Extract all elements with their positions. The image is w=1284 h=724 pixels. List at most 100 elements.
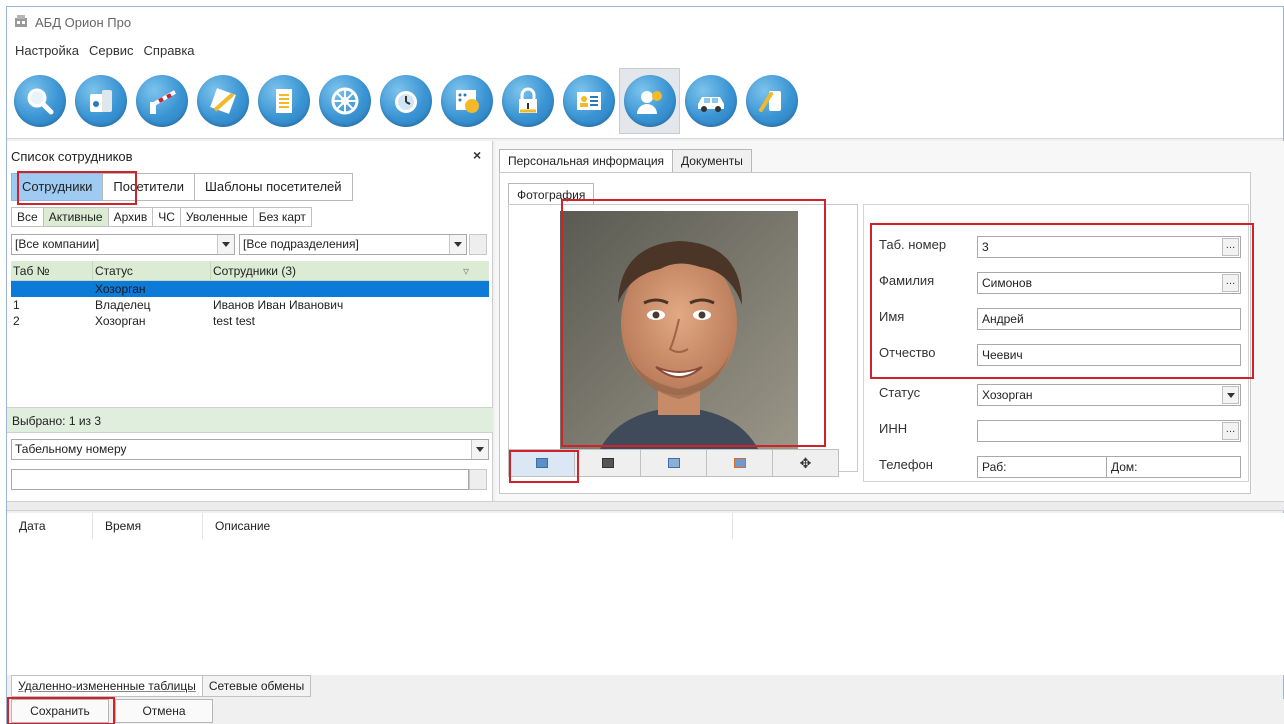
photo-toolbar: ✥: [508, 449, 839, 477]
toolbar-schedule-button[interactable]: [436, 68, 497, 134]
camera-button[interactable]: [574, 449, 641, 477]
clear-filter-icon[interactable]: [469, 234, 487, 255]
action-bar: Сохранить Отмена: [7, 699, 1284, 724]
toolbar-car-button[interactable]: [680, 68, 741, 134]
phone-work-field[interactable]: Раб:: [977, 456, 1107, 478]
ellipsis-button[interactable]: …: [1222, 238, 1239, 256]
schedule-icon: [440, 74, 493, 127]
tab-active[interactable]: Активные: [42, 207, 109, 227]
cell-tab: [11, 281, 93, 297]
clear-search-icon[interactable]: [469, 469, 487, 490]
document-icon: [257, 74, 310, 127]
col-employees[interactable]: Сотрудники (3): [211, 261, 461, 280]
delete-photo-button[interactable]: [706, 449, 773, 477]
search-icon: [13, 74, 66, 127]
toolbar-search-button[interactable]: [9, 68, 70, 134]
crop-photo-button[interactable]: ✥: [772, 449, 839, 477]
filter-funnel-icon[interactable]: ▿: [461, 261, 485, 280]
employee-list-panel: Список сотрудников × Сотрудники Посетите…: [7, 141, 493, 501]
status-value: Хозорган: [982, 388, 1033, 402]
col-description[interactable]: Описание: [203, 513, 733, 539]
tab-remote-changes[interactable]: Удаленно-измененные таблицы: [11, 675, 203, 697]
toolbar-key-button[interactable]: [741, 68, 802, 134]
last-name-field[interactable]: Симонов…: [977, 272, 1241, 294]
toolbar-plan-button[interactable]: [192, 68, 253, 134]
status-select[interactable]: Хозорган: [977, 384, 1241, 406]
card-tabs: Персональная информация Документы: [499, 149, 752, 173]
building-plan-icon: [196, 74, 249, 127]
tab-blacklist[interactable]: ЧС: [152, 207, 181, 227]
menu-settings[interactable]: Настройка: [11, 43, 83, 58]
first-name-value: Андрей: [982, 312, 1024, 326]
tab-fired[interactable]: Уволенные: [179, 207, 254, 227]
first-name-field[interactable]: Андрей: [977, 308, 1241, 330]
col-date[interactable]: Дата: [7, 513, 93, 539]
delete-photo-icon: [733, 458, 746, 468]
scan-photo-button[interactable]: [640, 449, 707, 477]
tab-no-cards[interactable]: Без карт: [252, 207, 312, 227]
inn-field[interactable]: …: [977, 420, 1241, 442]
cell-tab: 1: [13, 298, 20, 312]
tab-photo[interactable]: Фотография: [508, 183, 595, 205]
phone-home-field[interactable]: Дом:: [1106, 456, 1241, 478]
lock-icon: [501, 74, 554, 127]
toolbar-idcard-button[interactable]: [558, 68, 619, 134]
col-time[interactable]: Время: [93, 513, 203, 539]
ellipsis-button[interactable]: …: [1222, 422, 1239, 440]
toolbar-lock-button[interactable]: [497, 68, 558, 134]
employee-card-panel: Персональная информация Документы Фотогр…: [495, 141, 1284, 501]
toolbar-barrier-button[interactable]: [131, 68, 192, 134]
cell-status: Владелец: [95, 298, 151, 312]
window-title: АБД Орион Про: [35, 14, 132, 30]
car-icon: [684, 74, 737, 127]
tab-employees[interactable]: Сотрудники: [11, 173, 104, 201]
tab-network-exchange[interactable]: Сетевые обмены: [201, 675, 312, 697]
chevron-down-icon[interactable]: [449, 235, 466, 254]
toolbar-wheel-button[interactable]: [314, 68, 375, 134]
tab-number-field[interactable]: 3…: [977, 236, 1241, 258]
chevron-down-icon[interactable]: [1222, 386, 1239, 404]
tab-documents[interactable]: Документы: [672, 149, 752, 173]
search-by-combo[interactable]: Табельному номеру: [11, 439, 489, 460]
toolbar-document-button[interactable]: [253, 68, 314, 134]
cell-status: Хозорган: [95, 282, 146, 296]
table-row[interactable]: 1 Владелец Иванов Иван Иванович: [11, 297, 489, 313]
close-icon[interactable]: ×: [473, 147, 481, 163]
tab-visitors[interactable]: Посетители: [102, 173, 195, 201]
employee-icon: [623, 74, 676, 127]
horizontal-splitter[interactable]: [7, 501, 1284, 511]
menu-service[interactable]: Сервис: [85, 43, 138, 58]
search-input[interactable]: [11, 469, 469, 490]
tab-visitor-templates[interactable]: Шаблоны посетителей: [193, 173, 353, 201]
table-row[interactable]: Хозорган: [11, 281, 489, 297]
cancel-button[interactable]: Отмена: [115, 699, 213, 723]
toolbar-employee-button[interactable]: [619, 67, 680, 134]
division-combo[interactable]: [Все подразделения]: [239, 234, 467, 255]
status-label: Статус: [879, 385, 921, 400]
app-window: АБД Орион Про Настройка Сервис Справка С…: [6, 6, 1284, 724]
col-tab-number[interactable]: Таб №: [11, 261, 93, 280]
ellipsis-button[interactable]: …: [1222, 274, 1239, 292]
menu-help[interactable]: Справка: [140, 43, 199, 58]
phone-label: Телефон: [879, 457, 933, 472]
load-photo-button[interactable]: [508, 449, 575, 477]
chevron-down-icon[interactable]: [471, 440, 488, 459]
wheel-icon: [318, 74, 371, 127]
tab-personal-info[interactable]: Персональная информация: [499, 149, 674, 173]
col-status[interactable]: Статус: [93, 261, 211, 280]
middle-name-field[interactable]: Чеевич: [977, 344, 1241, 366]
company-combo[interactable]: [Все компании]: [11, 234, 235, 255]
toolbar-terminal-button[interactable]: [70, 68, 131, 134]
personal-info-body: Фотография ✥ Таб. номер 3 … Фамилия Симо…: [499, 172, 1254, 494]
chevron-down-icon[interactable]: [217, 235, 234, 254]
personal-fields: Таб. номер 3… Фамилия Симонов… Имя Андре…: [863, 204, 1254, 482]
folder-icon: [535, 458, 548, 468]
table-row[interactable]: 2 Хозорган test test: [11, 313, 489, 329]
tab-archive[interactable]: Архив: [107, 207, 154, 227]
menu-bar: Настройка Сервис Справка: [7, 37, 1283, 63]
tab-all[interactable]: Все: [11, 207, 44, 227]
toolbar-alarm-button[interactable]: [375, 68, 436, 134]
table-header: Таб № Статус Сотрудники (3) ▿: [11, 261, 489, 281]
save-button[interactable]: Сохранить: [11, 699, 109, 723]
first-name-label: Имя: [879, 309, 905, 324]
